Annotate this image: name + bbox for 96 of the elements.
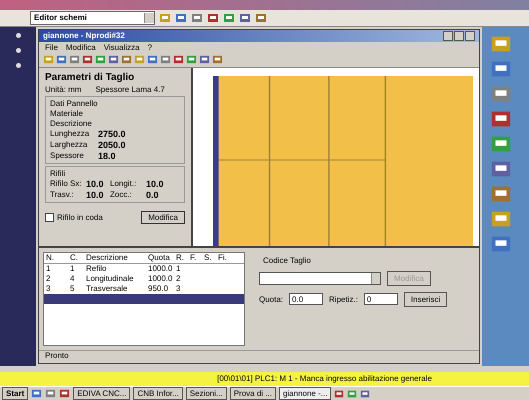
table-cell-text: Longitudinale (85, 274, 135, 284)
menu-item[interactable]: Visualizza (104, 42, 140, 52)
blade-label: Spessore Lama 4.7 (95, 84, 165, 94)
table-cell-text: 1000.0 (147, 274, 174, 284)
field-label: Ripetiz.: (329, 294, 358, 304)
toolbar-tool-icon[interactable] (175, 12, 187, 24)
repeat-field[interactable]: 0 (364, 293, 398, 306)
tray-icon[interactable] (360, 388, 370, 398)
checkbox-label: Rifilo in coda (57, 212, 103, 222)
table-cell-text: 3 (45, 284, 52, 294)
field-label: Zocc.: (110, 190, 133, 200)
checkbox[interactable] (45, 212, 54, 222)
table-cell-text: 1 (45, 264, 52, 274)
toolbar-tool-icon[interactable] (191, 12, 203, 24)
taskbar-button[interactable]: Sezioni... (186, 387, 227, 400)
field-label: Larghezza (50, 140, 88, 150)
taskbar-button[interactable]: EDIVA CNC... (73, 387, 130, 400)
field-label: Descrizione (50, 118, 93, 128)
window-status-text: Pronto (39, 350, 479, 363)
taskbar-button[interactable]: Prova di ... (230, 387, 276, 400)
table-cell-text: 950.0 (147, 284, 170, 294)
table-cell-text: 1 (69, 264, 76, 274)
table-cell-text: 2 (175, 274, 182, 284)
toolbar-icon[interactable] (95, 54, 106, 66)
toolbar-icon[interactable] (160, 54, 171, 66)
dot-icon (16, 32, 20, 38)
column-header: N. (45, 253, 55, 262)
column-header: R. (175, 253, 185, 262)
editor-select[interactable]: Editor schemi (30, 10, 155, 25)
toolbar-icon[interactable] (69, 54, 80, 66)
start-button[interactable]: Start (2, 387, 28, 400)
column-header: Descrizione (85, 253, 129, 262)
field-value: 0.0 (146, 190, 160, 200)
code-dropdown[interactable] (259, 272, 381, 285)
window-title: giannone - Nprodi#32 (43, 31, 125, 40)
column-header: S. (203, 253, 213, 262)
toolbar-tool-icon[interactable] (207, 12, 219, 24)
toolbar-icon[interactable] (121, 54, 132, 66)
field-label: Rifilo Sx: (50, 178, 82, 189)
table-cell-text: 5 (69, 284, 76, 294)
field-label: Spessore (50, 150, 85, 161)
modify-button[interactable]: Modifica (141, 210, 185, 224)
panel-title: Parametri di Taglio (45, 72, 136, 83)
toolbar-tool-icon[interactable] (255, 12, 267, 24)
field-label: Materiale (50, 108, 84, 118)
toolbar-icon[interactable] (56, 54, 67, 66)
table-cell-text: 3 (175, 284, 182, 294)
table-cell-text: 1000.0 (147, 264, 174, 274)
quota-field[interactable]: 0.0 (289, 293, 324, 306)
menu-item[interactable]: File (45, 42, 58, 52)
field-label: Trasv.: (50, 190, 75, 200)
quick-launch-icon[interactable] (45, 388, 56, 399)
table-cell-text: 1 (175, 264, 182, 274)
table-cell-text: 4 (69, 274, 76, 284)
column-header: F. (189, 253, 198, 262)
field-label: Lunghezza (50, 128, 90, 139)
menu-item[interactable]: ? (148, 42, 152, 52)
toolbar-icon[interactable] (212, 54, 223, 66)
field-value: 18.0 (98, 150, 116, 161)
taskbar-button[interactable]: CNB Infor... (133, 387, 183, 400)
field-label: Codice Taglio (263, 256, 312, 265)
group-title: Rifili (50, 168, 66, 178)
field-value: 10.0 (146, 178, 165, 189)
table-cell-text: 2 (45, 274, 52, 284)
toolbar-icon[interactable] (199, 54, 210, 66)
table-cell-text: Refilo (85, 264, 108, 274)
column-header: Fi. (217, 253, 228, 262)
field-value: 2050.0 (98, 140, 126, 150)
column-header: Quota (147, 253, 171, 262)
field-value: 10.0 (86, 178, 105, 189)
toolbar-tool-icon[interactable] (239, 12, 251, 24)
field-label: Quota: (259, 294, 284, 304)
toolbar-icon[interactable] (82, 54, 93, 66)
quick-launch-icon[interactable] (59, 388, 70, 399)
taskbar-button[interactable]: giannone -... (278, 387, 332, 400)
alarm-bar: [00\01\01] PLC1: M 1 - Manca ingresso abilitazione generale (0, 372, 529, 386)
unit-label: Unità: mm (45, 84, 82, 94)
quick-launch-icon[interactable] (31, 388, 42, 399)
toolbar-tool-icon[interactable] (223, 12, 235, 24)
field-value: 10.0 (86, 190, 105, 200)
field-value: 2750.0 (98, 128, 126, 139)
dot-icon (16, 48, 20, 53)
dot-icon (16, 62, 20, 68)
menu-item[interactable]: Modifica (66, 42, 96, 52)
table-cell-text: Trasversale (85, 284, 128, 294)
toolbar-icon[interactable] (186, 54, 197, 66)
tray-icon[interactable] (334, 388, 344, 398)
field-label: Longit.: (110, 178, 138, 189)
tray-icon[interactable] (347, 388, 358, 398)
column-header: C. (69, 253, 79, 262)
toolbar-icon[interactable] (108, 54, 119, 66)
toolbar-icon[interactable] (147, 54, 158, 66)
group-title: Dati Pannello (50, 98, 99, 108)
action-button[interactable]: Inserisci (404, 292, 448, 307)
toolbar-icon[interactable] (173, 54, 184, 66)
table-row[interactable] (44, 294, 244, 304)
